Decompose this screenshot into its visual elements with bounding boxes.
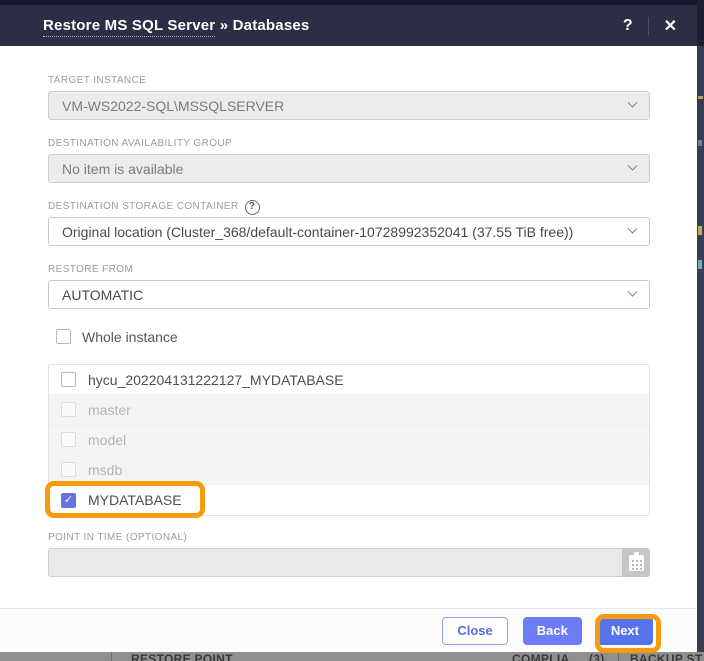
availability-group-label: DESTINATION AVAILABILITY GROUP	[48, 138, 233, 149]
database-row: master	[49, 395, 649, 425]
whole-instance-label: Whole instance	[82, 328, 178, 345]
chevron-down-icon	[627, 286, 638, 297]
header-divider	[647, 16, 649, 35]
storage-container-label: DESTINATION STORAGE CONTAINER ?	[48, 199, 650, 215]
back-button[interactable]: Back	[522, 616, 582, 645]
restore-from-label: RESTORE FROM	[48, 264, 134, 275]
point-in-time-label: POINT IN TIME (OPTIONAL)	[48, 532, 188, 543]
dialog-body: TARGET INSTANCE VM-WS2022-SQL\MSSQLSERVE…	[0, 46, 697, 577]
storage-container-value: Original location (Cluster_368/default-c…	[62, 223, 574, 240]
checkbox-icon	[61, 402, 76, 417]
checkbox-icon[interactable]	[61, 372, 76, 387]
background-fragment	[698, 96, 703, 99]
dialog-header: Restore MS SQL Server » Databases ? ✕	[0, 5, 697, 46]
checkbox-icon	[61, 432, 76, 447]
close-icon[interactable]: ✕	[664, 16, 677, 36]
database-row: msdb	[49, 455, 649, 485]
database-row[interactable]: ✓ MYDATABASE	[49, 485, 649, 515]
database-list: hycu_202204131222127_MYDATABASE master m…	[48, 364, 650, 516]
storage-container-field: DESTINATION STORAGE CONTAINER ? Original…	[48, 199, 650, 246]
storage-container-help-icon[interactable]: ?	[244, 199, 260, 215]
background-fragment	[698, 260, 702, 269]
database-name: MYDATABASE	[88, 492, 182, 508]
point-in-time-input	[48, 548, 622, 577]
background-table-header: RESTORE POINT COMPLIA (3) BACKUP ST	[0, 652, 704, 661]
database-row[interactable]: hycu_202204131222127_MYDATABASE	[49, 365, 649, 395]
bg-column-compliance: COMPLIA	[512, 652, 570, 661]
target-instance-label: TARGET INSTANCE	[48, 75, 147, 86]
checkbox-icon	[61, 462, 76, 477]
database-name: hycu_202204131222127_MYDATABASE	[88, 371, 344, 388]
breadcrumb-restore-link[interactable]: Restore MS SQL Server	[43, 17, 216, 37]
availability-group-select: No item is available	[48, 154, 650, 183]
chevron-down-icon	[627, 160, 638, 171]
breadcrumb-section: Databases	[232, 17, 310, 34]
database-name: master	[88, 401, 131, 418]
column-divider	[618, 652, 619, 661]
breadcrumb-separator: »	[219, 17, 229, 34]
bg-column-backup-status: BACKUP ST	[630, 652, 703, 661]
target-instance-field: TARGET INSTANCE VM-WS2022-SQL\MSSQLSERVE…	[48, 75, 650, 120]
next-button[interactable]: Next	[596, 616, 653, 645]
storage-container-select[interactable]: Original location (Cluster_368/default-c…	[48, 217, 650, 246]
background-fragment	[698, 226, 702, 235]
calendar-button[interactable]	[622, 548, 650, 577]
dialog-title: Restore MS SQL Server » Databases	[43, 17, 623, 37]
close-button[interactable]: Close	[442, 616, 508, 645]
bg-column-restore-point: RESTORE POINT	[131, 652, 233, 661]
calendar-icon	[628, 551, 644, 571]
storage-container-label-text: DESTINATION STORAGE CONTAINER	[48, 201, 239, 212]
restore-from-field: RESTORE FROM AUTOMATIC	[48, 264, 650, 309]
whole-instance-checkbox[interactable]: Whole instance	[56, 328, 650, 345]
background-header-edge	[697, 0, 704, 46]
database-name: msdb	[88, 461, 123, 478]
point-in-time-field: POINT IN TIME (OPTIONAL)	[48, 532, 650, 577]
chevron-down-icon	[627, 223, 638, 234]
database-row: model	[49, 425, 649, 455]
restore-from-value: AUTOMATIC	[62, 286, 144, 303]
restore-from-select[interactable]: AUTOMATIC	[48, 280, 650, 309]
checkbox-icon[interactable]	[56, 329, 71, 344]
background-page-right-edge	[697, 0, 704, 661]
bg-column-count: (3)	[589, 652, 605, 661]
database-name: model	[88, 431, 127, 448]
checkbox-icon[interactable]: ✓	[61, 492, 76, 508]
availability-group-field: DESTINATION AVAILABILITY GROUP No item i…	[48, 138, 650, 183]
background-fragment	[698, 140, 702, 146]
availability-group-value: No item is available	[62, 160, 184, 177]
column-divider	[111, 652, 112, 661]
chevron-down-icon	[627, 97, 638, 108]
target-instance-value: VM-WS2022-SQL\MSSQLSERVER	[62, 97, 285, 114]
help-icon[interactable]: ?	[623, 17, 633, 35]
target-instance-select: VM-WS2022-SQL\MSSQLSERVER	[48, 91, 650, 120]
dialog-footer: Close Back Next	[0, 608, 697, 652]
restore-dialog: Restore MS SQL Server » Databases ? ✕ TA…	[0, 5, 697, 652]
